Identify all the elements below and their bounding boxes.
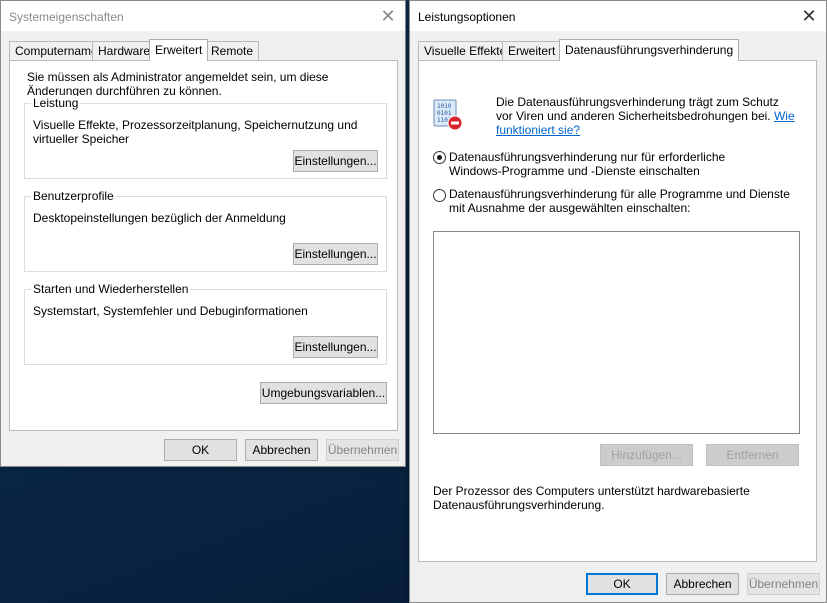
tab-erweitert[interactable]: Erweitert xyxy=(149,39,209,61)
dep-info-description: Die Datenausführungsverhinderung trägt z… xyxy=(496,95,779,123)
window-title: Leistungsoptionen xyxy=(418,10,516,24)
tab-visuelle-effekte[interactable]: Visuelle Effekte xyxy=(418,41,513,61)
tab-panel-dep: 1010 0101 1101 Die Datenausführungsverhi… xyxy=(418,60,817,562)
tab-hardware[interactable]: Hardware xyxy=(92,41,157,61)
benutzerprofile-settings-button[interactable]: Einstellungen... xyxy=(293,243,378,265)
add-button[interactable]: Hinzufügen... xyxy=(600,444,693,466)
group-title: Starten und Wiederherstellen xyxy=(31,282,191,296)
close-icon[interactable]: ✕ xyxy=(798,5,820,27)
group-leistung: Leistung Visuelle Effekte, Prozessorzeit… xyxy=(24,96,387,179)
environment-variables-button[interactable]: Umgebungsvariablen... xyxy=(260,382,387,404)
tab-remote[interactable]: Remote xyxy=(205,41,260,61)
tab-erweitert[interactable]: Erweitert xyxy=(502,41,562,61)
dep-shield-icon: 1010 0101 1101 xyxy=(431,98,465,132)
group-starten-wiederherstellen: Starten und Wiederherstellen Systemstart… xyxy=(24,282,387,365)
cancel-button[interactable]: Abbrechen xyxy=(666,573,739,595)
apply-button[interactable]: Übernehmen xyxy=(747,573,820,595)
apply-button[interactable]: Übernehmen xyxy=(326,439,399,461)
cancel-button[interactable]: Abbrechen xyxy=(245,439,318,461)
radio-all-label[interactable]: Datenausführungsverhinderung für alle Pr… xyxy=(449,187,799,215)
group-description: Desktopeinstellungen bezüglich der Anmel… xyxy=(33,211,286,225)
group-title: Benutzerprofile xyxy=(31,189,116,203)
leistung-settings-button[interactable]: Einstellungen... xyxy=(293,150,378,172)
processor-note: Der Prozessor des Computers unterstützt … xyxy=(433,484,750,512)
group-description: Systemstart, Systemfehler und Debuginfor… xyxy=(33,304,308,318)
svg-text:0101: 0101 xyxy=(437,110,452,117)
system-properties-dialog: Systemeigenschaften ✕ Computername Hardw… xyxy=(0,0,406,467)
group-title: Leistung xyxy=(31,96,81,110)
ok-button[interactable]: OK xyxy=(164,439,237,461)
tab-computername[interactable]: Computername xyxy=(9,41,104,61)
radio-essential-label[interactable]: Datenausführungsverhinderung nur für erf… xyxy=(449,150,749,178)
radio-all-programs[interactable] xyxy=(433,189,446,202)
group-description: Visuelle Effekte, Prozessorzeitplanung, … xyxy=(33,118,358,146)
starten-settings-button[interactable]: Einstellungen... xyxy=(293,336,378,358)
exception-list[interactable] xyxy=(433,231,800,434)
dep-info-text: Die Datenausführungsverhinderung trägt z… xyxy=(496,95,796,137)
close-icon[interactable]: ✕ xyxy=(377,5,399,27)
ok-button[interactable]: OK xyxy=(586,573,658,595)
tab-panel-erweitert: Sie müssen als Administrator angemeldet … xyxy=(9,60,398,431)
svg-text:1010: 1010 xyxy=(437,103,452,110)
title-bar[interactable]: Leistungsoptionen ✕ xyxy=(410,1,826,31)
title-bar[interactable]: Systemeigenschaften ✕ xyxy=(1,1,405,31)
remove-button[interactable]: Entfernen xyxy=(706,444,799,466)
group-benutzerprofile: Benutzerprofile Desktopeinstellungen bez… xyxy=(24,189,387,272)
tab-datenausfuehrungsverhinderung[interactable]: Datenausführungsverhinderung xyxy=(559,39,740,61)
performance-options-dialog: Leistungsoptionen ✕ Visuelle Effekte Erw… xyxy=(409,0,827,603)
window-title: Systemeigenschaften xyxy=(9,10,124,24)
admin-notice: Sie müssen als Administrator angemeldet … xyxy=(27,70,329,98)
radio-essential-only[interactable] xyxy=(433,151,446,164)
